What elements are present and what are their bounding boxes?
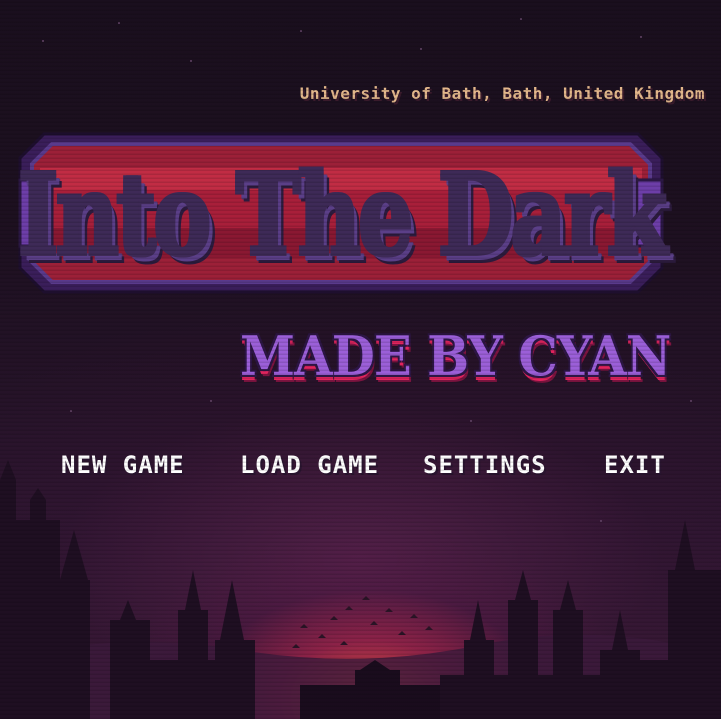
game-subtitle: MADE BY CYAN (240, 324, 671, 388)
game-title: Into The Dark (18, 110, 667, 320)
game-logo: Into The Dark Into The Dark (16, 110, 673, 320)
title-screen: University of Bath, Bath, United Kingdom… (0, 0, 721, 719)
castle-skyline (0, 460, 721, 719)
location-label: University of Bath, Bath, United Kingdom (299, 84, 705, 103)
